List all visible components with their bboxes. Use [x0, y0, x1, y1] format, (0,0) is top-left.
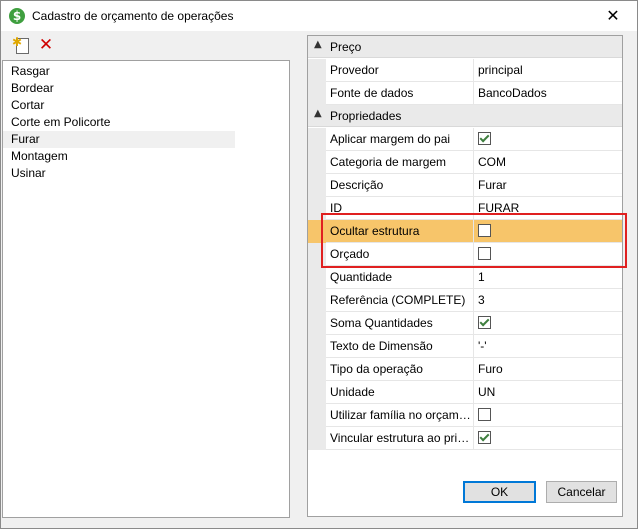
title-bar: $ Cadastro de orçamento de operações ✕	[1, 1, 637, 31]
row-gutter	[308, 59, 326, 82]
property-value-cell	[474, 243, 622, 266]
dialog-window: $ Cadastro de orçamento de operações ✕ ✱…	[0, 0, 638, 529]
category-label: Propriedades	[330, 109, 402, 123]
property-name: Tipo da operação	[326, 358, 474, 381]
property-value-cell	[474, 427, 622, 450]
property-name: Referência (COMPLETE)	[326, 289, 474, 312]
property-grid-rows: ▲ Preço Provedor principal Fonte de dados Ban…	[308, 36, 622, 456]
row-gutter	[308, 220, 326, 243]
property-value[interactable]: principal	[474, 59, 622, 82]
property-row[interactable]: Aplicar margem do pai	[308, 128, 622, 151]
row-gutter	[308, 151, 326, 174]
list-item-furar[interactable]: Furar	[3, 131, 235, 148]
property-name: Ocultar estrutura	[326, 220, 474, 243]
property-value-cell	[474, 404, 622, 427]
property-value[interactable]: FURAR	[474, 197, 622, 220]
property-value-cell	[474, 220, 622, 243]
property-value[interactable]: Furar	[474, 174, 622, 197]
row-gutter	[308, 197, 326, 220]
property-name: Soma Quantidades	[326, 312, 474, 335]
list-item-usinar[interactable]: Usinar	[3, 165, 235, 182]
property-row[interactable]: ID FURAR	[308, 197, 622, 220]
property-value[interactable]: UN	[474, 381, 622, 404]
property-name: ID	[326, 197, 474, 220]
property-grid[interactable]: ▲ Preço Provedor principal Fonte de dados Ban…	[307, 35, 623, 517]
property-row[interactable]: Referência (COMPLETE) 3	[308, 289, 622, 312]
property-name: Categoria de margem	[326, 151, 474, 174]
property-row[interactable]: Quantidade 1	[308, 266, 622, 289]
property-name: Descrição	[326, 174, 474, 197]
property-name: Texto de Dimensão	[326, 335, 474, 358]
list-item-montagem[interactable]: Montagem	[3, 148, 235, 165]
property-row[interactable]: Provedor principal	[308, 59, 622, 82]
row-gutter	[308, 358, 326, 381]
property-row[interactable]: Orçado	[308, 243, 622, 266]
category-1[interactable]: ▲ Propriedades	[308, 105, 622, 127]
checkbox-checked[interactable]	[478, 431, 491, 445]
property-row[interactable]: Unidade UN	[308, 381, 622, 404]
property-name: Orçado	[326, 243, 474, 266]
property-row[interactable]: Texto de Dimensão '-'	[308, 335, 622, 358]
property-name: Utilizar família no orçamen...	[326, 404, 474, 427]
row-gutter	[308, 427, 326, 450]
ok-button[interactable]: OK	[463, 481, 536, 503]
close-button[interactable]: ✕	[591, 1, 635, 31]
row-gutter	[308, 243, 326, 266]
property-row[interactable]: Ocultar estrutura	[308, 220, 622, 243]
category-label: Preço	[330, 40, 362, 54]
row-gutter	[308, 335, 326, 358]
property-row[interactable]: Tipo da operação Furo	[308, 358, 622, 381]
list-item-corte-em-policorte[interactable]: Corte em Policorte	[3, 114, 235, 131]
window-title: Cadastro de orçamento de operações	[32, 9, 234, 23]
row-gutter	[308, 381, 326, 404]
property-value[interactable]: '-'	[474, 335, 622, 358]
property-row[interactable]: Vincular estrutura ao prim...	[308, 427, 622, 450]
dollar-icon: $	[9, 8, 25, 24]
operations-list[interactable]: Rasgar Bordear Cortar Corte em Policorte Fur…	[2, 60, 290, 518]
checkbox-checked[interactable]	[478, 132, 491, 146]
property-value[interactable]: 3	[474, 289, 622, 312]
property-row[interactable]: Soma Quantidades	[308, 312, 622, 335]
property-row[interactable]: Utilizar família no orçamen...	[308, 404, 622, 427]
row-gutter	[308, 82, 326, 105]
collapse-icon[interactable]: ▲	[314, 39, 322, 50]
list-item-cortar[interactable]: Cortar	[3, 97, 235, 114]
row-gutter	[308, 404, 326, 427]
splitter[interactable]	[292, 32, 304, 517]
property-value-cell	[474, 128, 622, 151]
list-item-bordear[interactable]: Bordear	[3, 80, 235, 97]
property-value[interactable]: Furo	[474, 358, 622, 381]
property-value[interactable]: 1	[474, 266, 622, 289]
property-name: Fonte de dados	[326, 82, 474, 105]
property-name: Aplicar margem do pai	[326, 128, 474, 151]
new-document-icon[interactable]: ✱	[12, 35, 32, 55]
property-row[interactable]: Descrição Furar	[308, 174, 622, 197]
property-row[interactable]: Categoria de margem COM	[308, 151, 622, 174]
checkbox-unchecked[interactable]	[478, 408, 491, 422]
property-name: Unidade	[326, 381, 474, 404]
row-gutter	[308, 266, 326, 289]
property-row[interactable]: Fonte de dados BancoDados	[308, 82, 622, 105]
delete-icon[interactable]: ✕	[36, 35, 56, 55]
property-name: Vincular estrutura ao prim...	[326, 427, 474, 450]
checkbox-checked[interactable]	[478, 316, 491, 330]
cancel-button[interactable]: Cancelar	[546, 481, 617, 503]
list-item-rasgar[interactable]: Rasgar	[3, 63, 235, 80]
toolbar: ✱ ✕	[2, 32, 292, 58]
row-gutter	[308, 174, 326, 197]
row-gutter	[308, 289, 326, 312]
property-value[interactable]: COM	[474, 151, 622, 174]
checkbox-unchecked[interactable]	[478, 247, 491, 261]
checkbox-unchecked[interactable]	[478, 224, 491, 238]
collapse-icon[interactable]: ▲	[314, 108, 322, 119]
property-name: Provedor	[326, 59, 474, 82]
property-value[interactable]: BancoDados	[474, 82, 622, 105]
row-gutter	[308, 312, 326, 335]
row-gutter	[308, 128, 326, 151]
property-value-cell	[474, 312, 622, 335]
category-0[interactable]: ▲ Preço	[308, 36, 622, 58]
property-name: Quantidade	[326, 266, 474, 289]
